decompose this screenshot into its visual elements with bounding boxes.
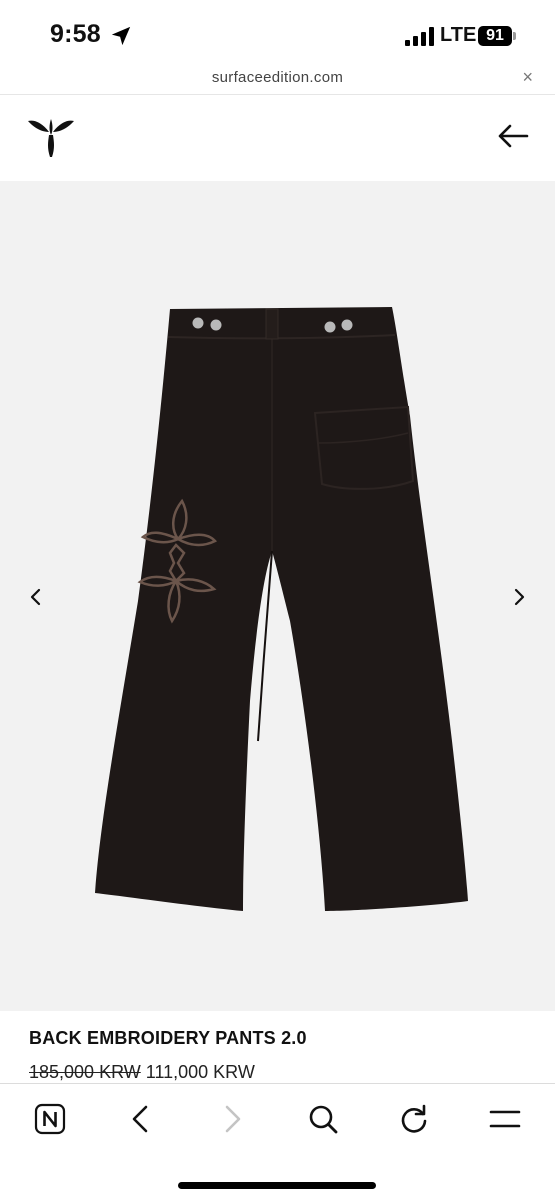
search-icon[interactable]	[306, 1102, 340, 1136]
sale-price: 111,000 KRW	[145, 1062, 255, 1082]
product-image[interactable]	[0, 181, 555, 1011]
battery-tip	[513, 32, 516, 40]
home-indicator	[178, 1182, 376, 1189]
status-bar: 9:58 LTE 91	[0, 0, 555, 64]
menu-icon[interactable]	[488, 1102, 522, 1136]
url-text[interactable]: surfaceedition.com	[0, 69, 555, 86]
naver-icon[interactable]	[33, 1102, 67, 1136]
reload-icon[interactable]	[397, 1102, 431, 1136]
brand-logo-icon[interactable]	[26, 115, 76, 159]
signal-icon	[405, 26, 435, 46]
site-header	[0, 95, 555, 181]
product-gallery[interactable]	[0, 181, 555, 1011]
chevron-right-icon[interactable]	[505, 583, 533, 611]
product-title: BACK EMBROIDERY PANTS 2.0	[29, 1028, 307, 1048]
price-row: 185,000 KRW 111,000 KRW	[29, 1062, 255, 1083]
battery-icon: 91	[478, 26, 512, 46]
browser-toolbar	[0, 1083, 555, 1201]
pants-silhouette	[95, 307, 468, 911]
product-info: BACK EMBROIDERY PANTS 2.0 185,000 KRW 11…	[0, 1011, 555, 1083]
arrow-left-icon[interactable]	[497, 123, 529, 149]
chevron-left-icon[interactable]	[22, 583, 50, 611]
location-arrow-icon	[111, 26, 131, 46]
back-icon[interactable]	[124, 1102, 158, 1136]
close-icon[interactable]: ×	[522, 67, 533, 88]
status-time: 9:58	[50, 20, 101, 48]
address-bar[interactable]: surfaceedition.com ×	[0, 64, 555, 95]
original-price: 185,000 KRW	[29, 1062, 141, 1082]
network-type: LTE	[440, 24, 477, 46]
forward-icon[interactable]	[215, 1102, 249, 1136]
